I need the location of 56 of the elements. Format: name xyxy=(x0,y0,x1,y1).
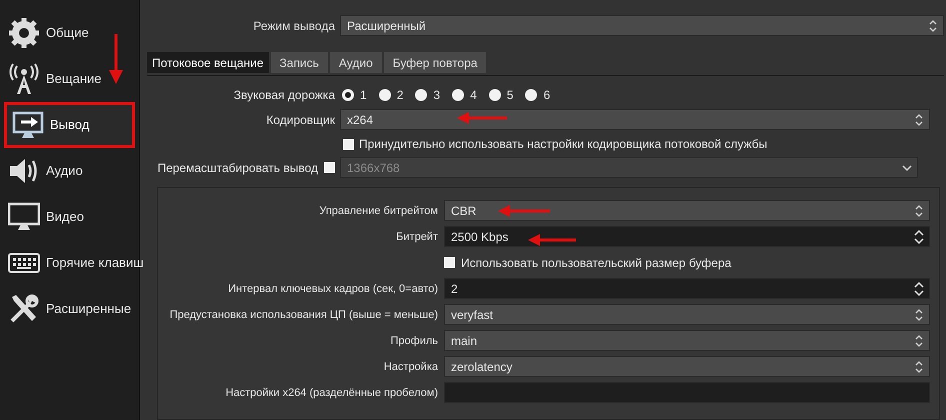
field-label: Интервал ключевых кадров (сек, 0=авто) xyxy=(227,282,438,296)
field-label: Настройки x264 (разделённые пробелом) xyxy=(224,386,438,400)
tab[interactable]: Аудио xyxy=(330,52,382,73)
tab[interactable]: Потоковое вещание xyxy=(147,52,269,73)
field-label: Предустановка использования ЦП (выше = меньше) xyxy=(168,308,438,322)
sidebar-item[interactable]: Общие xyxy=(0,10,139,56)
radio-button[interactable] xyxy=(415,89,428,101)
radio-label: 4 xyxy=(470,87,477,104)
radio-button[interactable] xyxy=(378,89,391,101)
sidebar-item[interactable]: Аудио xyxy=(0,148,139,194)
dropdown[interactable]: CBR xyxy=(444,200,930,221)
annotation-arrow xyxy=(528,234,576,246)
tools-icon xyxy=(8,293,40,325)
sidebar-item[interactable]: Вывод xyxy=(4,102,135,148)
spin-box[interactable]: 2500 Kbps xyxy=(444,226,930,247)
radio-label: 3 xyxy=(433,87,440,104)
field-label: Звуковая дорожка xyxy=(232,87,335,104)
radio-label: 5 xyxy=(506,87,514,104)
radio-label: 1 xyxy=(360,87,367,104)
dropdown[interactable]: Расширенный xyxy=(340,15,944,36)
monitor-icon xyxy=(8,201,40,233)
field-label: Режим вывода xyxy=(252,18,335,34)
field-label: Управление битрейтом xyxy=(318,204,438,218)
field-label: Профиль xyxy=(390,334,438,348)
radio-button[interactable] xyxy=(525,89,538,101)
dropdown[interactable]: x264 xyxy=(340,109,930,130)
sidebar-item[interactable]: Вещание xyxy=(0,56,139,102)
field-label: Кодировщик xyxy=(265,112,335,128)
radio-button[interactable] xyxy=(452,89,464,101)
tab[interactable]: Буфер повтора xyxy=(384,52,486,73)
dropdown[interactable]: veryfast xyxy=(444,304,930,325)
radio-button[interactable] xyxy=(342,89,354,101)
checkbox[interactable] xyxy=(343,138,354,150)
spin-box[interactable]: 2 xyxy=(444,278,930,299)
dropdown[interactable]: zerolatency xyxy=(444,356,930,377)
sidebar-item[interactable]: Расширенные xyxy=(0,286,139,332)
sidebar-item[interactable]: Видео xyxy=(0,194,139,240)
text-field[interactable] xyxy=(444,382,930,403)
checkbox[interactable] xyxy=(444,257,455,268)
gear-icon xyxy=(8,17,40,49)
radio-button[interactable] xyxy=(488,89,501,101)
radio-label: 2 xyxy=(396,87,404,104)
checkbox-label: Использовать пользовательский размер буфера xyxy=(461,254,732,272)
annotation-arrow xyxy=(498,205,550,217)
antenna-icon xyxy=(8,63,40,95)
tab[interactable]: Запись xyxy=(270,52,328,73)
monitor-arrow-icon xyxy=(12,109,44,141)
field-label: Битрейт xyxy=(395,230,438,244)
field-label: Перемасштабировать вывод xyxy=(157,160,318,176)
dropdown: 1366x768 xyxy=(340,157,918,178)
dropdown[interactable]: main xyxy=(444,330,930,351)
annotation-arrow xyxy=(109,34,123,84)
checkbox-label: Принудительно использовать настройки кодировщика потоковой службы xyxy=(359,136,768,153)
annotation-arrow xyxy=(457,112,507,124)
field-label: Настройка xyxy=(382,360,438,374)
radio-label: 6 xyxy=(543,87,550,104)
